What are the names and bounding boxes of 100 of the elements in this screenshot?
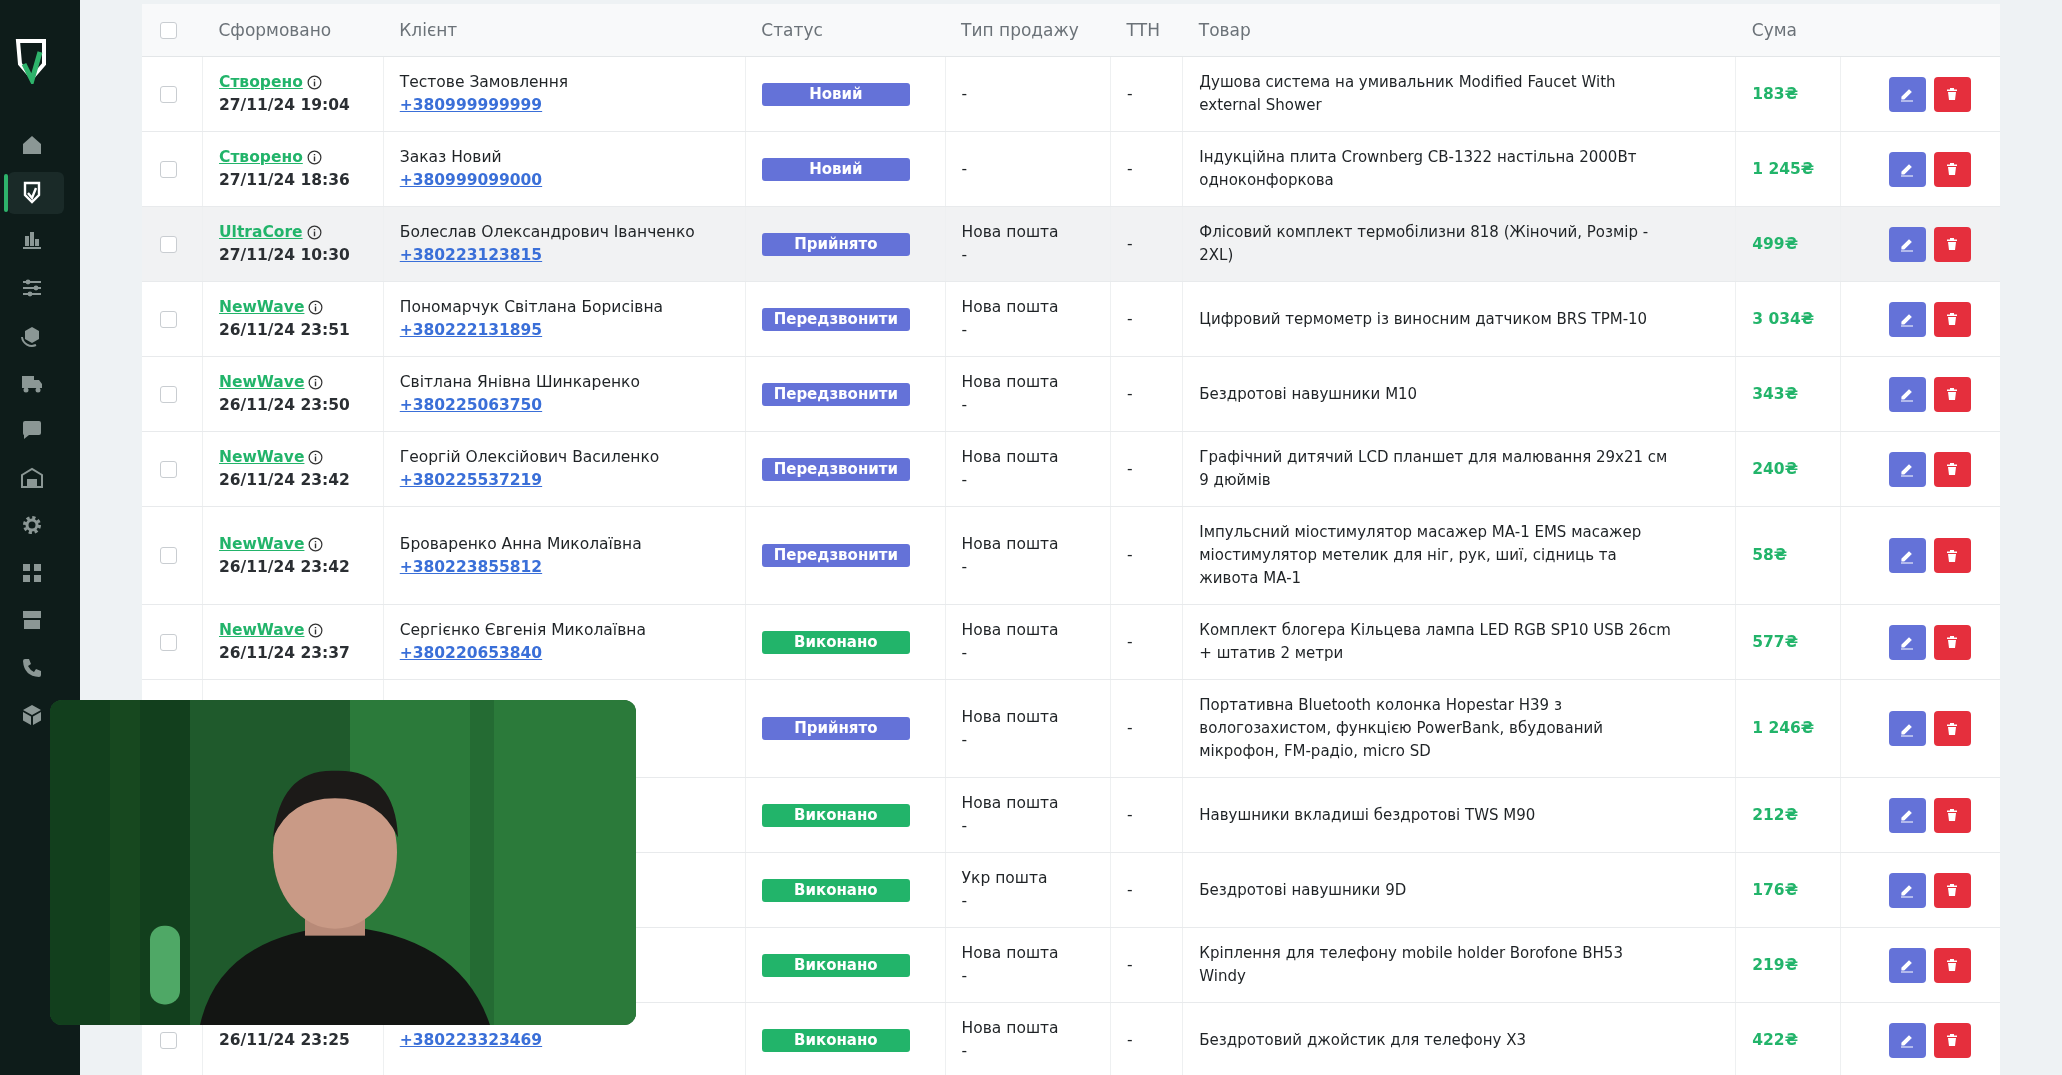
delete-button[interactable]: [1934, 301, 1971, 337]
edit-button[interactable]: [1889, 872, 1926, 908]
edit-button[interactable]: [1889, 151, 1926, 187]
edit-button[interactable]: [1889, 947, 1926, 983]
column-header: Сума: [1751, 19, 1797, 40]
status-badge: Виконано: [761, 803, 910, 827]
ttn-value: -: [1126, 309, 1133, 328]
product-name: Флісовий комплект термобілизни 818 (Жіночий, Розмір - 2XL): [1199, 222, 1650, 266]
delete-button[interactable]: [1934, 624, 1971, 660]
delete-button[interactable]: [1934, 711, 1971, 746]
column-header: Сформовано: [218, 19, 332, 40]
order-date: 26/11/24 23:42: [219, 556, 351, 578]
checkbox[interactable]: [160, 310, 177, 328]
source-link[interactable]: Створено: [219, 146, 303, 169]
delete-button[interactable]: [1934, 226, 1971, 262]
phone-link[interactable]: +380222131895: [399, 321, 543, 339]
client-name: Заказ Новий: [399, 147, 503, 168]
ttn-value: -: [1126, 719, 1133, 737]
client-name: Сергієнко Євгенія Миколаївна: [399, 620, 647, 641]
checkbox[interactable]: [160, 85, 177, 103]
checkbox[interactable]: [160, 633, 177, 651]
select-all-checkbox[interactable]: [160, 22, 177, 39]
status-badge: Передзвонити: [761, 457, 910, 481]
order-date: 27/11/24 10:30: [219, 245, 351, 266]
delete-button[interactable]: [1934, 76, 1971, 112]
delete-button[interactable]: [1934, 1022, 1971, 1058]
warehouse-icon: [20, 465, 44, 490]
ttn-value: -: [1126, 459, 1133, 478]
client-name: Броваренко Анна Миколаївна: [399, 533, 643, 555]
source-link[interactable]: NewWave: [219, 371, 305, 394]
sale-type: -: [961, 729, 969, 751]
edit-button[interactable]: [1889, 538, 1926, 573]
checkbox[interactable]: [160, 160, 177, 178]
checkbox[interactable]: [160, 1031, 177, 1049]
client-name: Георгій Олексійович Василенко: [399, 447, 661, 468]
edit-button[interactable]: [1889, 451, 1926, 487]
phone-link[interactable]: +380220653840: [399, 644, 543, 662]
edit-button[interactable]: [1889, 301, 1926, 337]
delete-button[interactable]: [1934, 151, 1971, 187]
sale-type: -: [961, 891, 969, 912]
info-icon: [306, 225, 322, 240]
ttn-value: -: [1126, 84, 1133, 103]
source-link[interactable]: NewWave: [219, 446, 305, 469]
status-badge: Прийнято: [761, 717, 910, 740]
sale-type: -: [961, 470, 969, 491]
edit-button[interactable]: [1889, 797, 1926, 833]
edit-button[interactable]: [1889, 76, 1926, 112]
phone-link[interactable]: +380223123815: [399, 246, 543, 264]
order-sum: 183₴: [1752, 84, 1798, 103]
delete-button[interactable]: [1934, 538, 1971, 573]
order-sum: 240₴: [1752, 459, 1798, 478]
source-link[interactable]: NewWave: [219, 619, 305, 642]
sale-type: -: [961, 966, 969, 987]
order-sum: 1 245₴: [1752, 159, 1815, 178]
status-badge: Виконано: [761, 953, 910, 977]
sale-type: Укр пошта: [961, 868, 1049, 889]
checkbox[interactable]: [160, 385, 177, 403]
client-name: Пономарчук Світлана Борисівна: [399, 297, 665, 318]
status-badge: Передзвонити: [761, 307, 910, 331]
column-header: Тип продажу: [961, 19, 1079, 40]
edit-button[interactable]: [1889, 376, 1926, 412]
delete-button[interactable]: [1934, 872, 1971, 908]
order-sum: 499₴: [1752, 234, 1798, 253]
phone-link[interactable]: +380223323469: [399, 1030, 543, 1049]
order-sum: 176₴: [1752, 880, 1798, 899]
info-icon: [306, 75, 322, 90]
order-date: 26/11/24 23:37: [219, 643, 351, 664]
phone-link[interactable]: +380225063750: [399, 396, 543, 414]
order-sum: 3 034₴: [1752, 309, 1815, 328]
delete-button[interactable]: [1934, 797, 1971, 833]
sale-type: Нова пошта: [961, 620, 1060, 641]
order-sum: 212₴: [1752, 805, 1798, 824]
edit-button[interactable]: [1889, 711, 1926, 746]
ttn-value: -: [1126, 159, 1133, 178]
delete-button[interactable]: [1934, 947, 1971, 983]
edit-button[interactable]: [1889, 226, 1926, 262]
source-link[interactable]: Створено: [219, 71, 303, 94]
sale-type: Нова пошта: [961, 793, 1060, 814]
phone-link[interactable]: +380999999999: [399, 96, 543, 114]
column-header: Статус: [761, 19, 823, 40]
client-name: Тестове Замовлення: [399, 72, 570, 93]
edit-button[interactable]: [1889, 1022, 1926, 1058]
delete-button[interactable]: [1934, 376, 1971, 412]
checkbox[interactable]: [160, 460, 177, 478]
phone-link[interactable]: +380225537219: [399, 471, 543, 489]
source-link[interactable]: NewWave: [219, 296, 305, 319]
checkbox[interactable]: [160, 547, 177, 564]
delete-button[interactable]: [1934, 451, 1971, 487]
order-sum: 58₴: [1752, 546, 1788, 564]
checkbox[interactable]: [160, 235, 177, 253]
source-link[interactable]: UltraCore: [219, 221, 303, 244]
edit-button[interactable]: [1889, 624, 1926, 660]
sale-type: Нова пошта: [961, 447, 1060, 468]
phone-link[interactable]: +380223855812: [399, 557, 543, 576]
sale-type: Нова пошта: [961, 533, 1060, 555]
source-link[interactable]: NewWave: [219, 532, 305, 556]
sale-type: Нова пошта: [961, 297, 1060, 318]
phone-link[interactable]: +380999099000: [399, 171, 543, 189]
store-icon: [20, 608, 44, 632]
product-name: Бездротові навушники M10: [1199, 383, 1419, 405]
